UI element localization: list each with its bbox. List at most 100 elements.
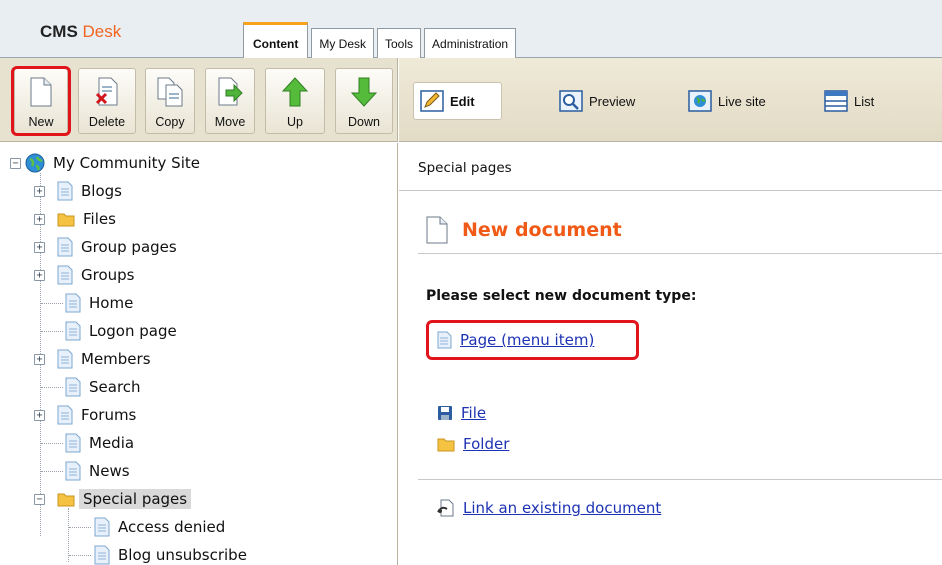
document-actions-toolbar: New Delete Copy Move Up Down [0, 58, 398, 142]
tree-item-forums[interactable]: + Forums [34, 401, 136, 429]
tree-item-group-pages[interactable]: + Group pages [34, 233, 177, 261]
new-button-label: New [28, 115, 54, 129]
delete-document-icon [95, 77, 118, 106]
tab-tools[interactable]: Tools [377, 28, 422, 58]
divider [418, 253, 942, 254]
expand-toggle[interactable]: + [34, 353, 45, 365]
tree-root[interactable]: − My Community Site [10, 149, 200, 177]
expand-toggle[interactable]: + [34, 241, 45, 253]
document-icon [65, 461, 81, 481]
doc-type-prompt: Please select new document type: [426, 288, 697, 304]
tab-my-desk[interactable]: My Desk [311, 28, 374, 58]
tree-item-blogs[interactable]: + Blogs [34, 177, 122, 205]
link-existing-document[interactable]: Link an existing document [437, 499, 661, 517]
main-tabs: Content My Desk Tools Administration [243, 22, 519, 58]
tab-content[interactable]: Content [243, 22, 309, 58]
view-mode-toolbar: Edit Preview Live site List [399, 58, 942, 142]
list-mode-button[interactable]: List [824, 82, 874, 120]
list-mode-label: List [854, 93, 875, 109]
tree-item-label: Logon page [89, 322, 177, 340]
collapse-toggle[interactable]: − [10, 157, 21, 169]
collapse-toggle[interactable]: − [34, 493, 45, 505]
folder-icon [57, 213, 75, 227]
tree-item-label: News [89, 462, 130, 480]
globe-icon [25, 153, 45, 173]
copy-button[interactable]: Copy [145, 68, 195, 134]
tree-item-label: Groups [81, 266, 135, 284]
breadcrumb: Special pages [399, 143, 942, 191]
tree-connector [41, 471, 63, 472]
save-disk-icon [438, 406, 452, 420]
tree-connector [41, 331, 63, 332]
page-title-text: New document [462, 219, 622, 241]
doc-type-file-link[interactable]: File [437, 404, 486, 422]
list-view-icon [824, 90, 848, 112]
delete-button-label: Delete [88, 115, 126, 129]
tree-item-access-denied[interactable]: Access denied [94, 513, 225, 541]
preview-mode-button[interactable]: Preview [559, 82, 635, 120]
tree-item-home[interactable]: Home [65, 289, 133, 317]
tree-item-label: Forums [81, 406, 137, 424]
tree-item-groups[interactable]: + Groups [34, 261, 134, 289]
delete-button[interactable]: Delete [78, 68, 136, 134]
app-logo: CMS Desk [40, 22, 121, 42]
tree-item-media[interactable]: Media [65, 429, 134, 457]
edit-mode-button[interactable]: Edit [413, 82, 502, 120]
tree-item-logon-page[interactable]: Logon page [65, 317, 177, 345]
edit-pencil-icon [420, 90, 444, 112]
up-button[interactable]: Up [265, 68, 325, 134]
doc-type-folder-label: Folder [463, 435, 510, 453]
expand-toggle[interactable]: + [34, 185, 45, 197]
folder-icon [437, 438, 455, 452]
tree-connector [41, 303, 63, 304]
document-icon [57, 181, 73, 201]
document-icon [57, 405, 73, 425]
tree-connector [68, 508, 69, 562]
content-pane: Special pages New document Please select… [399, 143, 942, 565]
tree-item-label: Blogs [81, 182, 122, 200]
document-icon [57, 349, 73, 369]
edit-mode-label: Edit [450, 93, 475, 109]
document-icon [65, 433, 81, 453]
tree-connector [41, 387, 63, 388]
document-icon [57, 265, 73, 285]
document-icon [65, 377, 81, 397]
expand-toggle[interactable]: + [34, 213, 45, 225]
doc-type-page-link[interactable]: Page (menu item) [437, 331, 594, 349]
expand-toggle[interactable]: + [34, 269, 45, 281]
tree-item-label: Members [81, 350, 151, 368]
tree-item-members[interactable]: + Members [34, 345, 151, 373]
tree-item-special-pages[interactable]: − Special pages [34, 485, 192, 513]
expand-toggle[interactable]: + [34, 409, 45, 421]
arrow-down-icon [351, 77, 377, 107]
new-button[interactable]: New [14, 68, 68, 134]
move-document-icon [218, 77, 243, 106]
tree-item-files[interactable]: + Files [34, 205, 116, 233]
document-icon [65, 321, 81, 341]
link-document-icon [437, 499, 454, 517]
tree-item-label: Access denied [118, 518, 226, 536]
tree-item-news[interactable]: News [65, 457, 130, 485]
up-button-label: Up [287, 115, 303, 129]
preview-mode-label: Preview [589, 93, 636, 109]
move-button[interactable]: Move [205, 68, 255, 134]
arrow-up-icon [282, 77, 308, 107]
doc-type-page-label: Page (menu item) [460, 331, 595, 349]
tree-item-label: Special pages [79, 489, 192, 509]
live-site-button[interactable]: Live site [688, 82, 766, 120]
down-button[interactable]: Down [335, 68, 393, 134]
tab-administration[interactable]: Administration [424, 28, 517, 58]
divider [418, 479, 942, 480]
page-icon [437, 331, 452, 349]
preview-magnifier-icon [559, 90, 583, 112]
tree-connector [69, 555, 91, 556]
document-icon [94, 545, 110, 565]
copy-button-label: Copy [155, 115, 185, 129]
folder-icon [57, 493, 75, 507]
down-button-label: Down [348, 115, 380, 129]
doc-type-folder-link[interactable]: Folder [437, 435, 509, 453]
tree-item-blog-unsubscribe[interactable]: Blog unsubscribe [94, 541, 247, 565]
tree-item-search[interactable]: Search [65, 373, 141, 401]
tree-item-label: Media [89, 434, 135, 452]
header-bar: CMS Desk Content My Desk Tools Administr… [0, 0, 942, 58]
